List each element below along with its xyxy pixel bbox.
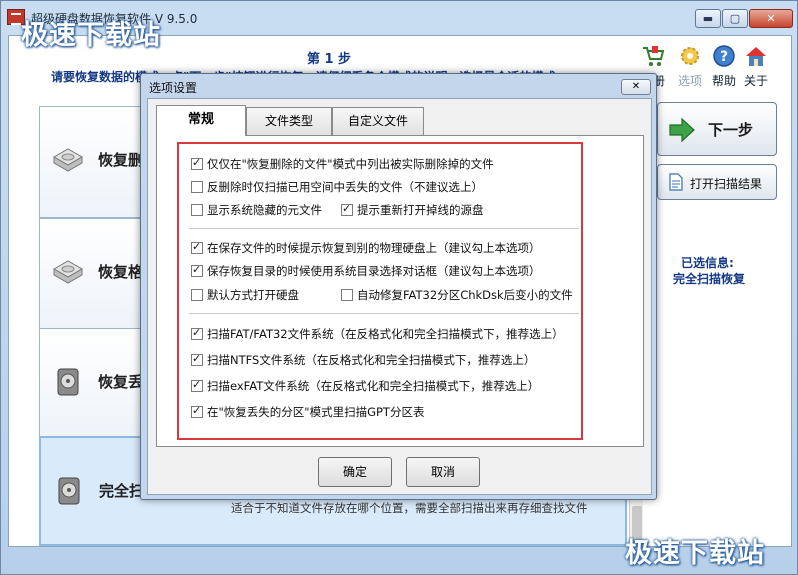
checkbox[interactable]: [191, 263, 203, 277]
option-scan-ntfs[interactable]: 扫描NTFS文件系统（在反格式化和完全扫描模式下，推荐选上）: [191, 352, 535, 368]
option-auto-fix-fat32[interactable]: 自动修复FAT32分区ChkDsk后变小的文件: [341, 287, 573, 303]
option-label: 仅仅在"恢复删除的文件"模式中列出被实际删除掉的文件: [207, 157, 494, 171]
option-show-system-meta[interactable]: 显示系统隐藏的元文件: [191, 202, 322, 218]
tab-general[interactable]: 常规: [156, 105, 246, 136]
help-button[interactable]: ? 帮助: [707, 44, 741, 94]
checkbox[interactable]: [191, 181, 203, 193]
maximize-button[interactable]: ▢: [722, 9, 748, 28]
option-scan-free-space[interactable]: 反删除时仅扫描已用空间中丢失的文件（不建议选上）: [191, 179, 483, 195]
tab-panel-general: 仅仅在"恢复删除的文件"模式中列出被实际删除掉的文件 反删除时仅扫描已用空间中丢…: [156, 135, 644, 447]
options-button[interactable]: 选项: [673, 44, 707, 94]
mode-label: 完全扫: [99, 482, 145, 500]
checkbox[interactable]: [191, 352, 203, 366]
checkbox[interactable]: [191, 289, 203, 301]
option-label: 在"恢复丢失的分区"模式里扫描GPT分区表: [207, 405, 425, 419]
option-scan-gpt[interactable]: 在"恢复丢失的分区"模式里扫描GPT分区表: [191, 404, 424, 420]
options-dialog: 选项设置 ✕ 常规 文件类型 自定义文件 仅仅在"恢复删除的文件"模式中列出被实…: [140, 73, 657, 500]
divider: [189, 228, 579, 229]
options-label: 选项: [677, 74, 702, 88]
minimize-button[interactable]: ▬: [695, 9, 721, 28]
checkbox[interactable]: [341, 202, 353, 216]
option-prompt-other-disk[interactable]: 在保存文件的时候提示恢复到别的物理硬盘上（建议勾上本选项）: [191, 240, 541, 256]
open-scan-result-button[interactable]: 打开扫描结果: [657, 164, 777, 200]
dialog-body: 常规 文件类型 自定义文件 仅仅在"恢复删除的文件"模式中列出被实际删除掉的文件…: [147, 98, 652, 495]
checkbox[interactable]: [341, 289, 353, 301]
dialog-title: 选项设置: [149, 81, 198, 95]
checkbox[interactable]: [191, 404, 203, 418]
mode-description: 适合于不知道文件存放在哪个位置，需要全部扫描出来再存细查找文件: [231, 501, 588, 515]
dialog-close-button[interactable]: ✕: [621, 79, 651, 95]
next-step-button[interactable]: 下一步: [657, 102, 777, 156]
option-label: 扫描NTFS文件系统（在反格式化和完全扫描模式下，推荐选上）: [207, 353, 536, 367]
arrow-right-icon: [669, 117, 695, 143]
option-label: 自动修复FAT32分区ChkDsk后变小的文件: [357, 288, 573, 302]
mode-label: 恢复删: [98, 151, 144, 169]
checkbox[interactable]: [191, 156, 203, 170]
option-label: 在保存文件的时候提示恢复到别的物理硬盘上（建议勾上本选项）: [207, 241, 541, 255]
divider: [189, 313, 579, 314]
next-step-label: 下一步: [708, 121, 754, 139]
mode-label: 恢复丢: [98, 373, 144, 391]
gear-icon: [681, 47, 699, 65]
checkbox[interactable]: [191, 378, 203, 392]
hard-disk-platter-icon: [58, 477, 80, 505]
watermark-top: 极速下载站: [21, 20, 161, 51]
option-system-dir-dialog[interactable]: 保存恢复目录的时候使用系统目录选择对话框（建议勾上本选项）: [191, 263, 541, 279]
checkbox[interactable]: [191, 326, 203, 340]
option-label: 保存恢复目录的时候使用系统目录选择对话框（建议勾上本选项）: [207, 264, 541, 278]
checkbox[interactable]: [191, 240, 203, 254]
tab-custom-file[interactable]: 自定义文件: [332, 107, 424, 135]
about-button[interactable]: 关于: [739, 44, 773, 94]
help-label: 帮助: [711, 74, 736, 88]
option-scan-fat[interactable]: 扫描FAT/FAT32文件系统（在反格式化和完全扫描模式下，推荐选上）: [191, 326, 564, 342]
document-icon: [669, 173, 683, 191]
close-button[interactable]: ✕: [749, 9, 793, 28]
open-scan-result-label: 打开扫描结果: [690, 177, 763, 191]
option-label: 显示系统隐藏的元文件: [207, 203, 322, 217]
selected-info-label: 已选信息:: [681, 256, 734, 270]
about-label: 关于: [743, 74, 768, 88]
option-remind-reopen[interactable]: 提示重新打开掉线的源盘: [341, 202, 484, 218]
option-label: 扫描FAT/FAT32文件系统（在反格式化和完全扫描模式下，推荐选上）: [207, 327, 564, 341]
checkbox[interactable]: [191, 204, 203, 216]
hard-disk-icon: [52, 260, 84, 284]
mode-label: 恢复格: [98, 263, 144, 281]
option-list-deleted-only[interactable]: 仅仅在"恢复删除的文件"模式中列出被实际删除掉的文件: [191, 156, 494, 172]
option-label: 提示重新打开掉线的源盘: [357, 203, 484, 217]
selected-info-value: 完全扫描恢复: [673, 272, 746, 286]
option-scan-exfat[interactable]: 扫描exFAT文件系统（在反格式化和完全扫描模式下，推荐选上）: [191, 378, 539, 394]
option-label: 反删除时仅扫描已用空间中丢失的文件（不建议选上）: [207, 180, 483, 194]
svg-text:?: ?: [720, 49, 728, 65]
option-label: 默认方式打开硬盘: [207, 288, 299, 302]
house-icon: [746, 47, 766, 66]
hard-disk-icon: [52, 148, 84, 172]
watermark-bottom: 极速下载站: [625, 538, 765, 569]
option-default-open-disk[interactable]: 默认方式打开硬盘: [191, 287, 299, 303]
question-icon: ?: [713, 45, 735, 67]
tab-file-type[interactable]: 文件类型: [246, 107, 332, 135]
cart-icon: [643, 46, 665, 66]
ok-button[interactable]: 确定: [318, 457, 392, 487]
cancel-button[interactable]: 取消: [406, 457, 480, 487]
option-label: 扫描exFAT文件系统（在反格式化和完全扫描模式下，推荐选上）: [207, 379, 540, 393]
hard-disk-platter-icon: [57, 368, 79, 396]
